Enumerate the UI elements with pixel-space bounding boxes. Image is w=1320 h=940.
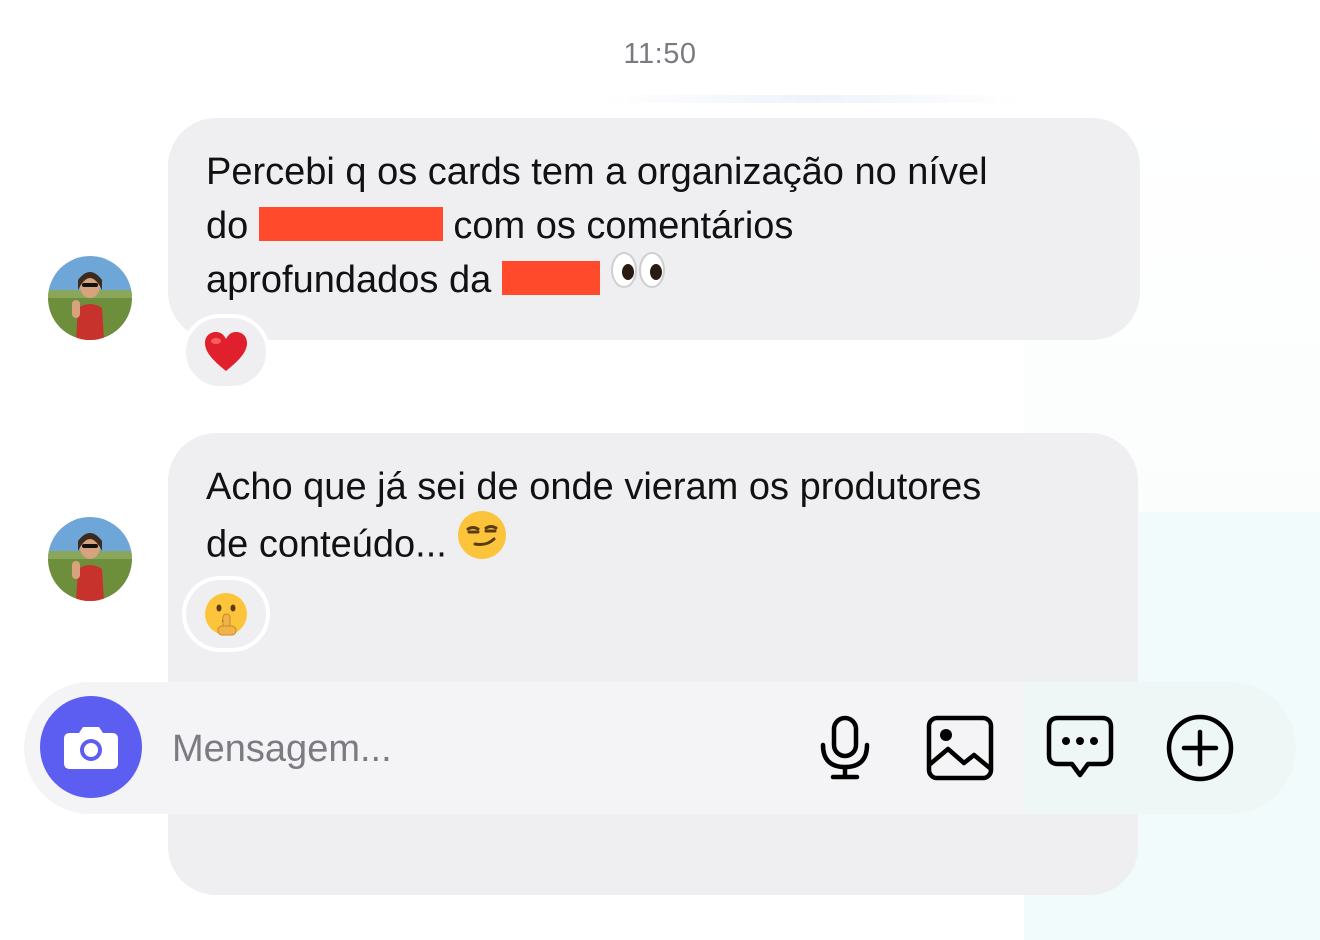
message-line: Acho que já sei de onde vieram os produt… <box>206 466 982 508</box>
add-button[interactable] <box>1160 708 1240 788</box>
avatar-photo <box>48 517 132 601</box>
message-bubble[interactable]: Acho que já sei de onde vieram os produt… <box>168 433 1138 895</box>
smirking-face-emoji <box>457 510 507 575</box>
eyes-emoji <box>610 250 666 305</box>
camera-icon <box>64 727 118 769</box>
avatar-photo <box>48 256 132 340</box>
avatar[interactable] <box>48 517 132 601</box>
avatar[interactable] <box>48 256 132 340</box>
message-input[interactable] <box>170 712 774 786</box>
background-tint <box>600 95 1025 103</box>
message-line: aprofundados da <box>206 259 502 301</box>
image-icon <box>926 715 994 781</box>
message-text: Percebi q os cards tem a organização no … <box>206 145 988 309</box>
gallery-button[interactable] <box>920 708 1000 788</box>
chat-bubble-icon <box>1046 715 1114 778</box>
reaction-badge[interactable] <box>182 576 270 652</box>
message-line: de conteúdo... <box>206 523 458 566</box>
heart-emoji <box>205 332 247 371</box>
message-text: Acho que já sei de onde vieram os produt… <box>206 460 981 579</box>
message-line: Percebi q os cards tem a organização no … <box>206 151 988 193</box>
shushing-face-emoji <box>205 593 247 636</box>
message-line: do <box>206 205 259 247</box>
camera-button[interactable] <box>40 696 142 798</box>
message-timestamp: 11:50 <box>623 38 697 70</box>
message-line: com os comentários <box>442 205 794 247</box>
chat-options-button[interactable] <box>1040 708 1120 788</box>
message-composer <box>24 682 1296 814</box>
reaction-badge[interactable] <box>182 314 270 390</box>
message-bubble[interactable]: Percebi q os cards tem a organização no … <box>168 118 1140 340</box>
microphone-icon <box>820 715 870 780</box>
microphone-button[interactable] <box>805 708 885 788</box>
redaction-bar <box>501 260 600 295</box>
redaction-bar <box>258 206 443 241</box>
plus-circle-icon <box>1166 714 1234 782</box>
